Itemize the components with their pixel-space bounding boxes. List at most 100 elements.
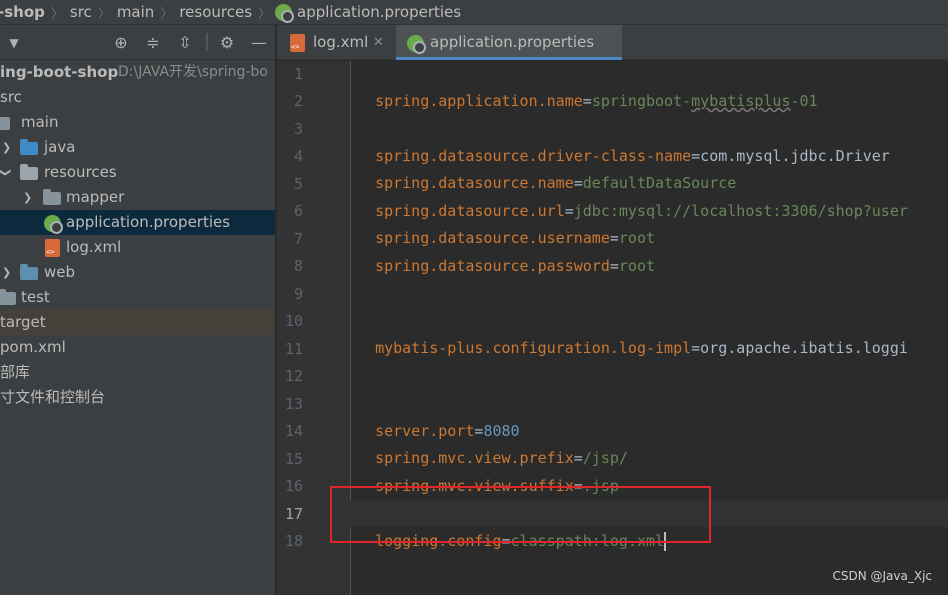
property-key: spring.application.name — [375, 92, 583, 110]
tree-item-resources[interactable]: ❯ resources — [0, 160, 275, 185]
breadcrumb-separator-icon: 〉 — [160, 6, 174, 22]
line-number: 15 — [284, 450, 303, 468]
tree-item-web[interactable]: ❯ web — [0, 260, 275, 285]
resources-folder-icon — [20, 164, 38, 180]
tab-label: application.properties — [430, 33, 595, 51]
code-line[interactable]: spring.mvc.view.prefix=/jsp/ — [357, 418, 628, 467]
line-number: 1 — [293, 65, 303, 83]
tree-item-root[interactable]: ing-boot-shop D:\JAVA开发\spring-bo — [0, 60, 275, 85]
line-number: 3 — [293, 120, 303, 138]
gear-icon[interactable]: ⚙ — [217, 33, 237, 53]
breadcrumb-project[interactable]: -shop — [0, 3, 49, 21]
code-line[interactable]: spring.datasource.password=root — [357, 226, 655, 275]
tree-item-label: test — [21, 288, 50, 306]
project-panel: ▼ ⊕ ≑ ⇳ ⚙ — ing-boot-shop D:\JAVA开发\spri… — [0, 25, 276, 595]
tree-item-label: target — [0, 313, 46, 331]
spring-properties-icon — [273, 3, 295, 23]
dropdown-icon[interactable]: ▼ — [4, 33, 24, 53]
tree-item-external-libraries[interactable]: 部库 — [0, 360, 275, 385]
tree-root-path: D:\JAVA开发\spring-bo — [118, 64, 268, 80]
breadcrumb-file[interactable]: application.properties — [293, 3, 465, 21]
toolbar-divider — [206, 33, 208, 51]
breadcrumb-resources[interactable]: resources — [175, 3, 256, 21]
code-line[interactable]: spring.datasource.username=root — [357, 198, 655, 247]
breadcrumb-separator-icon: 〉 — [97, 6, 111, 22]
line-number: 12 — [284, 367, 303, 385]
tree-item-label: 部库 — [0, 363, 31, 381]
xml-file-icon — [45, 239, 60, 257]
tree-item-label: resources — [44, 163, 117, 181]
tab-label: log.xml — [313, 33, 369, 51]
line-number: 18 — [284, 532, 303, 550]
equals-sign: = — [691, 339, 701, 357]
property-value: -01 — [790, 92, 818, 110]
spring-properties-icon — [407, 35, 426, 54]
breadcrumb-src[interactable]: src — [66, 3, 96, 21]
tree-item-application-properties[interactable]: application.properties — [0, 210, 275, 235]
tree-item-label: src — [0, 88, 22, 106]
tree-item-label: mapper — [66, 188, 125, 206]
chevron-right-icon[interactable]: ❯ — [23, 185, 32, 210]
chevron-down-icon[interactable]: ❯ — [0, 168, 18, 177]
tree-item-java[interactable]: ❯ java — [0, 135, 275, 160]
property-value-typo: mybatisplus — [691, 92, 791, 110]
line-number: 8 — [293, 257, 303, 275]
line-number-current: 17 — [284, 505, 303, 523]
folder-icon — [0, 289, 16, 305]
breadcrumb-main[interactable]: main — [113, 3, 158, 21]
line-number: 14 — [284, 422, 303, 440]
spring-properties-icon — [44, 215, 63, 234]
line-number: 2 — [293, 92, 303, 110]
line-number: 13 — [284, 395, 303, 413]
code-line[interactable]: spring.mvc.view.suffix=.jsp — [357, 446, 619, 495]
tree-item-scratches[interactable]: 寸文件和控制台 — [0, 385, 275, 410]
breadcrumb-separator-icon: 〉 — [50, 6, 64, 22]
code-line[interactable]: spring.application.name=springboot-mybat… — [357, 61, 818, 110]
chevron-right-icon[interactable]: ❯ — [2, 135, 11, 160]
line-number: 6 — [293, 202, 303, 220]
watermark: CSDN @Java_Xjc — [832, 569, 932, 583]
code-line[interactable]: mybatis-plus.configuration.log-impl=org.… — [357, 308, 908, 357]
chevron-right-icon[interactable]: ❯ — [2, 260, 11, 285]
code-line[interactable]: spring.datasource.name=defaultDataSource — [357, 143, 736, 192]
close-icon[interactable]: ✕ — [373, 25, 384, 60]
tree-item-log-xml[interactable]: log.xml — [0, 235, 275, 260]
xml-file-icon — [290, 34, 305, 52]
tree-item-label: java — [44, 138, 76, 156]
code-line[interactable]: server.port=8080 — [357, 391, 520, 440]
tree-item-main[interactable]: main — [0, 110, 275, 135]
tree-item-label: web — [44, 263, 76, 281]
property-value: root — [618, 257, 656, 275]
line-number: 4 — [293, 147, 303, 165]
tree-item-target[interactable]: target — [0, 310, 275, 335]
source-folder-icon — [20, 139, 38, 155]
breadcrumb-separator-icon: 〉 — [258, 6, 272, 22]
tree-item-label: pom.xml — [0, 338, 66, 356]
tree-item-src[interactable]: src — [0, 85, 275, 110]
tree-item-label: application.properties — [66, 213, 231, 231]
tree-root-label: ing-boot-shop — [0, 63, 119, 81]
property-key: spring.datasource.password — [375, 257, 610, 275]
property-value: springboot- — [591, 92, 692, 110]
line-number: 7 — [293, 230, 303, 248]
collapse-all-icon[interactable]: ⇳ — [175, 33, 195, 53]
editor-tabs: log.xml ✕ application.properties — [277, 25, 948, 60]
tree-item-label: main — [21, 113, 59, 131]
line-number: 11 — [284, 340, 303, 358]
locate-icon[interactable]: ⊕ — [111, 33, 131, 53]
equals-sign: = — [582, 92, 592, 110]
tree-item-label: log.xml — [66, 238, 122, 256]
line-number: 5 — [293, 175, 303, 193]
line-number: 16 — [284, 477, 303, 495]
tab-application-properties[interactable]: application.properties — [396, 25, 622, 60]
line-number: 9 — [293, 285, 303, 303]
breadcrumb: -shop 〉 src 〉 main 〉 resources 〉 applica… — [0, 0, 948, 25]
expand-all-icon[interactable]: ≑ — [143, 33, 163, 53]
code-line[interactable]: spring.datasource.driver-class-name=com.… — [357, 116, 890, 165]
tree-item-test[interactable]: test — [0, 285, 275, 310]
tree-item-pom-xml[interactable]: pom.xml — [0, 335, 275, 360]
tree-item-mapper[interactable]: ❯ mapper — [0, 185, 275, 210]
code-line[interactable]: spring.datasource.url=jdbc:mysql://local… — [357, 171, 908, 220]
minimize-icon[interactable]: — — [249, 33, 269, 53]
tab-log-xml[interactable]: log.xml ✕ — [277, 25, 395, 60]
